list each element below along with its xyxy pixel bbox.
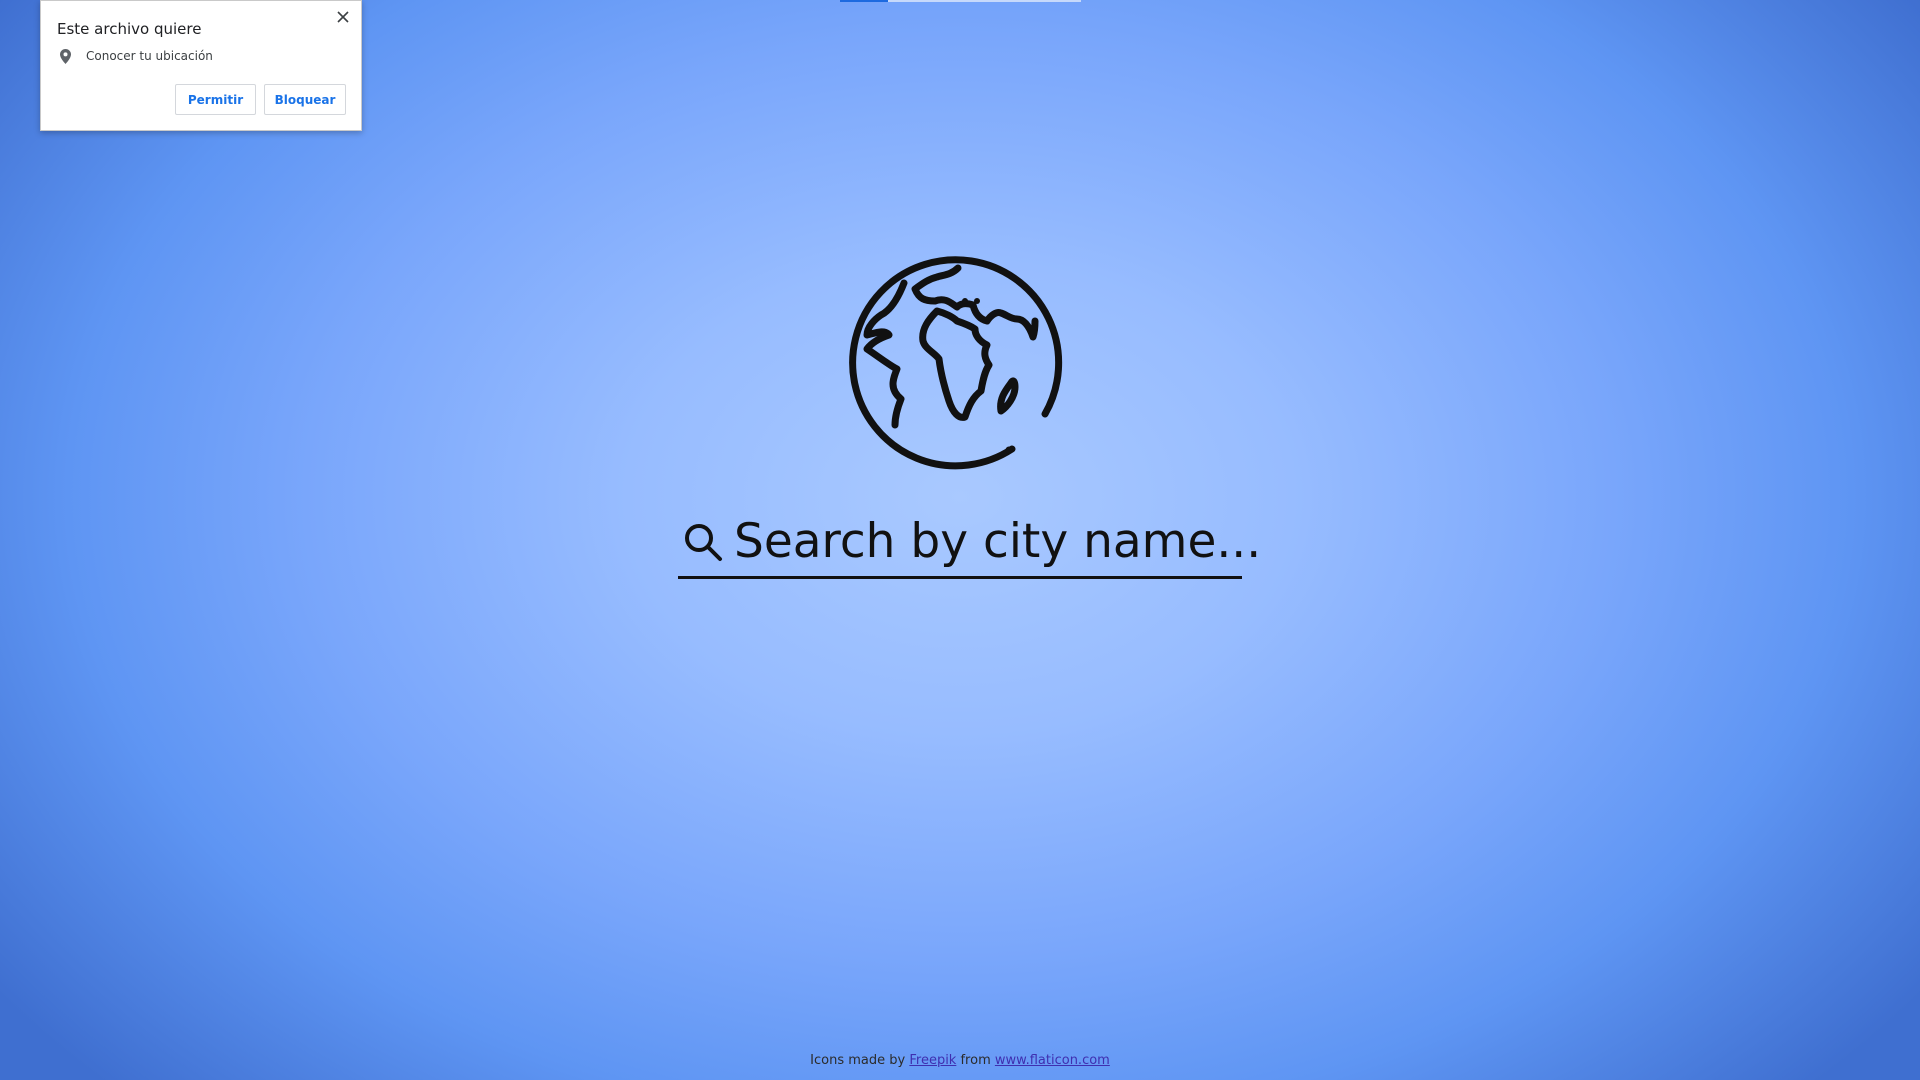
top-progress-fill xyxy=(840,0,889,2)
flaticon-link[interactable]: www.flaticon.com xyxy=(995,1053,1110,1068)
location-pin-icon xyxy=(58,48,72,64)
location-permission-popup: Este archivo quiere Conocer tu ubicación… xyxy=(40,0,362,131)
block-button[interactable]: Bloquear xyxy=(264,84,346,115)
attribution-footer: Icons made by Freepik from www.flaticon.… xyxy=(0,1053,1920,1068)
permission-request-text: Conocer tu ubicación xyxy=(86,49,213,63)
globe-icon xyxy=(849,249,1071,471)
attribution-prefix: Icons made by xyxy=(810,1053,906,1068)
city-search-input[interactable] xyxy=(734,511,1322,572)
popup-title: Este archivo quiere xyxy=(57,20,202,38)
close-icon[interactable] xyxy=(333,7,353,27)
allow-button[interactable]: Permitir xyxy=(175,84,256,115)
city-search-bar xyxy=(678,507,1322,579)
top-progress-bar xyxy=(840,0,1081,2)
freepik-link[interactable]: Freepik xyxy=(909,1053,956,1068)
permission-request-row: Conocer tu ubicación xyxy=(58,48,213,64)
search-icon[interactable] xyxy=(682,521,724,563)
attribution-middle: from xyxy=(960,1053,991,1068)
